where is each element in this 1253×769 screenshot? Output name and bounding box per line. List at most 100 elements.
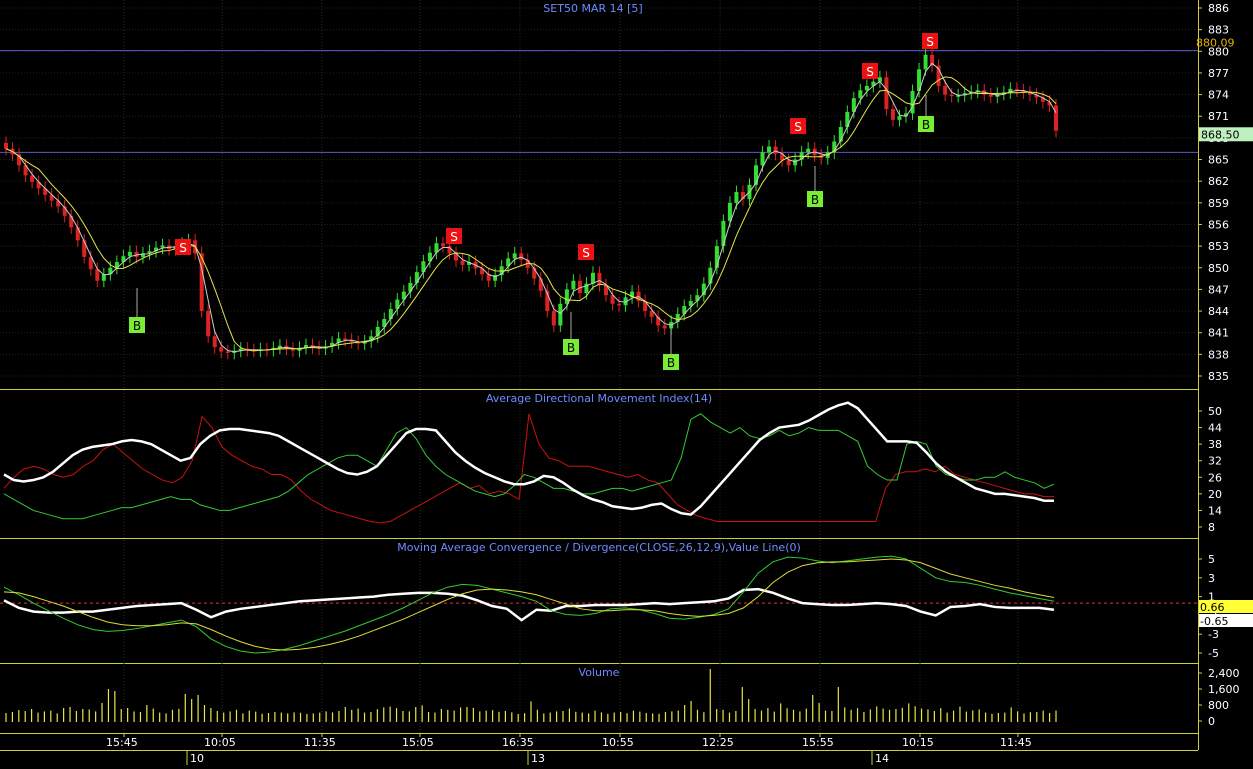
price-tick-label: 859 bbox=[1208, 197, 1229, 210]
price-tick-label: 856 bbox=[1208, 218, 1229, 231]
candle-body bbox=[793, 159, 798, 166]
adx-tick-label: 26 bbox=[1208, 471, 1222, 484]
time-tick-label: 10:15 bbox=[902, 736, 934, 749]
candle-body bbox=[408, 282, 413, 292]
volume-tick-label: 1,600 bbox=[1208, 683, 1240, 696]
buy-signal-label: B bbox=[667, 356, 675, 370]
candle-body bbox=[460, 260, 465, 265]
candle-body bbox=[571, 280, 576, 290]
macd-tick-label: -5 bbox=[1208, 647, 1219, 660]
price-tick-label: 844 bbox=[1208, 305, 1229, 318]
price-tick-label: 850 bbox=[1208, 262, 1229, 275]
candle-body bbox=[597, 272, 602, 286]
candle-body bbox=[734, 192, 739, 203]
candle-body bbox=[212, 336, 217, 348]
candle-body bbox=[617, 303, 622, 306]
macd-panel-title: Moving Average Convergence / Divergence(… bbox=[397, 541, 801, 554]
time-tick-label: 12:25 bbox=[702, 736, 734, 749]
candle-body bbox=[923, 54, 928, 70]
adx-series-adx-line bbox=[3, 401, 1054, 516]
macd-value-label-1: 0.66 bbox=[1200, 601, 1225, 614]
adx-panel-title: Average Directional Movement Index(14) bbox=[486, 392, 712, 405]
candle-body bbox=[512, 253, 517, 259]
price-tick-label: 883 bbox=[1208, 24, 1229, 37]
last-price-label: 868.50 bbox=[1201, 128, 1240, 141]
price-tick-label: 838 bbox=[1208, 348, 1229, 361]
price-tick-label: 841 bbox=[1208, 327, 1229, 340]
price-panel-title: SET50 MAR 14 [5] bbox=[543, 2, 642, 15]
candle-body bbox=[773, 146, 778, 154]
candle-body bbox=[75, 227, 80, 241]
price-tick-label: 865 bbox=[1208, 154, 1229, 167]
adx-tick-label: 14 bbox=[1208, 504, 1222, 517]
macd-tick-label: 5 bbox=[1208, 553, 1215, 566]
candle-body bbox=[662, 325, 667, 329]
chart-svg: 8868838808778748718688658628598568538508… bbox=[0, 0, 1253, 765]
candle-body bbox=[1054, 105, 1058, 131]
sell-signal-label: S bbox=[794, 120, 802, 134]
candle-body bbox=[95, 269, 100, 281]
candle-body bbox=[806, 148, 811, 153]
day-label: 10 bbox=[190, 752, 204, 765]
adx-tick-label: 38 bbox=[1208, 438, 1222, 451]
candle-body bbox=[206, 311, 211, 337]
sell-signal-label: S bbox=[450, 230, 458, 244]
candle-body bbox=[858, 90, 863, 99]
macd-tick-label: 3 bbox=[1208, 572, 1215, 585]
adx-tick-label: 20 bbox=[1208, 488, 1222, 501]
price-tick-label: 871 bbox=[1208, 110, 1229, 123]
buy-signal-label: B bbox=[811, 193, 819, 207]
candle-body bbox=[943, 85, 948, 95]
day-label: 14 bbox=[875, 752, 889, 765]
adx-series-di-line bbox=[3, 413, 1055, 520]
candle-body bbox=[225, 351, 230, 353]
candle-body bbox=[519, 253, 524, 260]
sell-signal-label: S bbox=[926, 35, 934, 49]
adx-tick-label: 44 bbox=[1208, 422, 1222, 435]
volume-panel-title: Volume bbox=[579, 666, 620, 679]
candle-body bbox=[558, 303, 563, 326]
price-level-label: 880.09 bbox=[1196, 37, 1235, 50]
buy-signal-label: B bbox=[567, 341, 575, 355]
price-tick-label: 835 bbox=[1208, 370, 1229, 383]
candle-body bbox=[884, 77, 889, 110]
time-tick-label: 15:05 bbox=[402, 736, 434, 749]
macd-value-label-2: -0.65 bbox=[1200, 615, 1228, 628]
candle-body bbox=[440, 243, 445, 247]
sell-signal-label: S bbox=[582, 246, 590, 260]
sell-signal-label: S bbox=[179, 241, 187, 255]
volume-tick-label: 0 bbox=[1208, 715, 1215, 728]
price-tick-label: 874 bbox=[1208, 89, 1229, 102]
adx-tick-label: 32 bbox=[1208, 455, 1222, 468]
volume-tick-label: 2,400 bbox=[1208, 667, 1240, 680]
candle-body bbox=[538, 278, 543, 291]
day-label: 13 bbox=[531, 752, 545, 765]
price-tick-label: 877 bbox=[1208, 67, 1229, 80]
candle-body bbox=[877, 77, 882, 82]
candle-body bbox=[890, 109, 895, 120]
candle-body bbox=[127, 251, 132, 257]
buy-signal-label: B bbox=[922, 118, 930, 132]
chart-root: 8868838808778748718688658628598568538508… bbox=[0, 0, 1253, 765]
candle-body bbox=[590, 272, 595, 284]
buy-signal-label: B bbox=[133, 319, 141, 333]
candle-body bbox=[864, 85, 869, 91]
sell-signal-label: S bbox=[866, 65, 874, 79]
time-tick-label: 10:55 bbox=[602, 736, 634, 749]
candle-body bbox=[767, 146, 772, 153]
time-tick-label: 15:55 bbox=[802, 736, 834, 749]
price-tick-label: 853 bbox=[1208, 240, 1229, 253]
time-tick-label: 15:45 bbox=[106, 736, 138, 749]
price-tick-label: 847 bbox=[1208, 283, 1229, 296]
time-tick-label: 10:05 bbox=[204, 736, 236, 749]
macd-tick-label: -3 bbox=[1208, 628, 1219, 641]
candle-body bbox=[910, 90, 915, 114]
time-tick-label: 16:35 bbox=[502, 736, 534, 749]
candle-body bbox=[82, 240, 87, 257]
price-tick-label: 886 bbox=[1208, 2, 1229, 15]
time-tick-label: 11:35 bbox=[304, 736, 336, 749]
candle-body bbox=[721, 220, 726, 247]
candle-body bbox=[564, 289, 569, 304]
candle-body bbox=[4, 142, 8, 149]
candle-body bbox=[160, 245, 165, 248]
